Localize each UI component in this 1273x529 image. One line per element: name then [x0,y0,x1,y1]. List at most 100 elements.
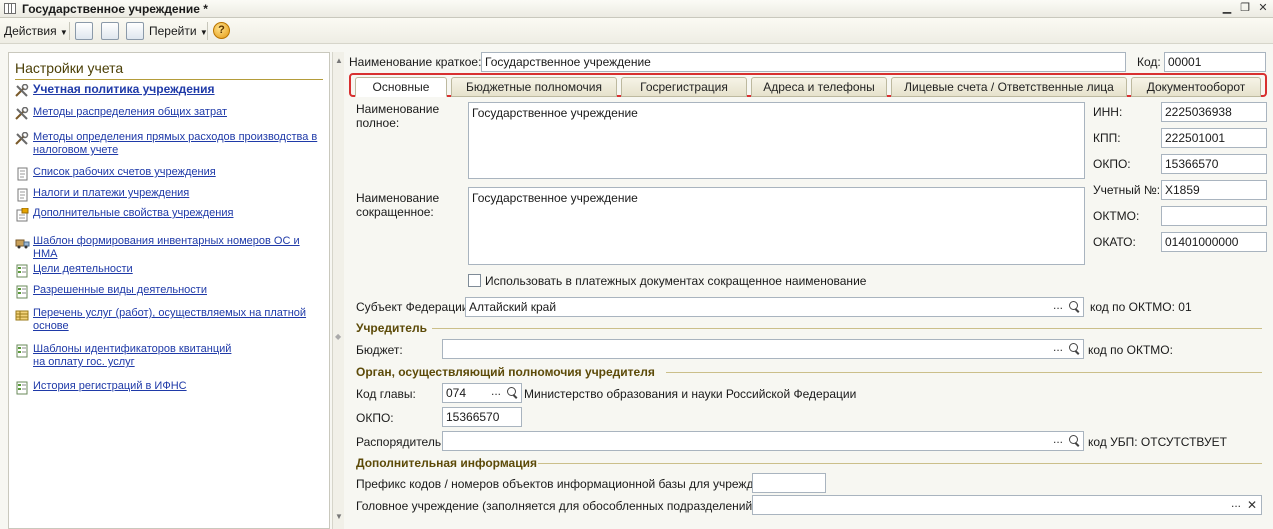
goto-menu[interactable]: Перейти ▼ [149,23,208,39]
search-icon[interactable] [1066,433,1082,449]
full-name-label-line2: полное: [356,116,400,130]
use-abbr-checkbox[interactable] [468,274,481,287]
prefix-input[interactable] [752,473,826,493]
sidebar-item-label[interactable]: Налоги и платежи учреждения [33,187,325,200]
sidebar-item-label[interactable]: Дополнительные свойства учреждения [33,207,325,220]
select-button[interactable]: ... [1050,433,1066,449]
sidebar-item-label[interactable]: Учетная политика учреждения [33,83,325,96]
catalog-icon [16,381,28,395]
inn-input[interactable]: 2225036938 [1161,102,1267,122]
kpp-label: КПП: [1093,131,1121,145]
sidebar-item-working-accounts[interactable]: Список рабочих счетов учреждения [15,166,325,181]
sidebar-item-cost-distribution[interactable]: Методы распределения общих затрат [15,106,325,120]
extra-section-title: Дополнительная информация [356,456,537,470]
head-code-label: Код главы: [356,387,416,401]
sidebar-item-label[interactable]: Перечень услуг (работ), осуществляемых н… [33,307,325,333]
scroll-down-icon[interactable]: ▼ [335,512,343,521]
divider [15,79,323,80]
sidebar-item-label[interactable]: Разрешенные виды деятельности [33,284,325,297]
budget-input[interactable]: ... [442,339,1084,359]
parent-org-input[interactable]: ... ✕ [752,495,1262,515]
catalog-icon [16,344,28,358]
save-close-icon[interactable] [75,22,93,40]
table-icon [15,310,29,321]
window-title: Государственное учреждение * [22,2,208,16]
inn-label: ИНН: [1093,105,1123,119]
sidebar-item-receipt-templates[interactable]: Шаблоны идентификаторов квитанций на опла… [15,343,325,369]
sidebar-item-label[interactable]: Методы распределения общих затрат [33,106,325,119]
sidebar-item-label[interactable]: Шаблон формирования инвентарных номеров … [33,235,325,261]
minimize-button[interactable]: ▁ [1219,1,1235,16]
head-code-input[interactable]: 074 ... [442,383,522,403]
sidebar-item-activities[interactable]: Разрешенные виды деятельности [15,284,325,299]
sidebar-item-inventory-template[interactable]: Шаблон формирования инвентарных номеров … [15,235,325,261]
head-code-name: Министерство образования и науки Российс… [524,387,857,401]
short-name-input[interactable]: Государственное учреждение [481,52,1126,72]
actions-menu[interactable]: Действия ▼ [4,23,68,39]
sidebar-item-label-line1: Перечень услуг (работ), осуществляемых н… [33,307,307,319]
document-icon [17,188,28,202]
sidebar-item-taxes[interactable]: Налоги и платежи учреждения [15,187,325,202]
full-name-label-line1: Наименование [356,102,440,116]
sidebar-item-extra-properties[interactable]: Дополнительные свойства учреждения [15,207,325,222]
copy-icon[interactable] [126,22,144,40]
settings-panel: Настройки учета Учетная политика учрежде… [8,52,330,529]
manager-input[interactable]: ... [442,431,1084,451]
help-icon[interactable]: ? [213,22,230,39]
sidebar-item-label[interactable]: Методы определения прямых расходов произ… [33,131,325,157]
sidebar-item-paid-services[interactable]: Перечень услуг (работ), осуществляемых н… [15,307,325,333]
sidebar-item-label[interactable]: Шаблоны идентификаторов квитанций на опла… [33,343,325,369]
subject-input[interactable]: Алтайский край ... [465,297,1084,317]
sidebar-item-label-line1: Методы определения прямых расходов произ… [33,131,318,143]
tab-addresses[interactable]: Адреса и телефоны [751,77,887,97]
subject-label: Субъект Федерации: [356,300,472,314]
oktmo-input[interactable] [1161,206,1267,226]
use-abbr-label: Использовать в платежных документах сокр… [485,274,867,288]
okpo-input[interactable]: 15366570 [1161,154,1267,174]
sidebar-item-ifns-history[interactable]: История регистраций в ИФНС [15,380,325,395]
sidebar-item-label-line2: основе [33,320,69,332]
okato-input[interactable]: 01401000000 [1161,232,1267,252]
kpp-input[interactable]: 222501001 [1161,128,1267,148]
tab-accounts[interactable]: Лицевые счета / Ответственные лица [891,77,1127,97]
close-window-button[interactable]: ✕ [1255,1,1271,16]
code-input[interactable]: 00001 [1164,52,1266,72]
abbr-name-textarea[interactable]: Государственное учреждение [468,187,1085,265]
search-icon[interactable] [504,385,520,401]
tab-budget-powers[interactable]: Бюджетные полномочия [451,77,617,97]
panel-splitter[interactable]: ▲ ◆ ▼ [332,52,344,529]
search-icon[interactable] [1066,341,1082,357]
window-icon [4,3,16,14]
tools-icon [15,84,29,97]
founder-section-title: Учредитель [356,321,427,335]
sidebar-item-label[interactable]: История регистраций в ИФНС [33,380,325,393]
tab-main[interactable]: Основные [355,77,447,97]
okato-label: ОКАТО: [1093,235,1136,249]
splitter-grip-icon[interactable]: ◆ [335,332,341,341]
sidebar-item-goals[interactable]: Цели деятельности [15,263,325,278]
goto-label: Перейти [149,24,197,38]
sidebar-item-label-line2: на оплату гос. услуг [33,356,135,368]
subject-oktmo: код по ОКТМО: 01 [1090,300,1192,314]
tab-registration[interactable]: Госрегистрация [621,77,747,97]
full-name-textarea[interactable]: Государственное учреждение [468,102,1085,179]
select-button[interactable]: ... [1050,299,1066,315]
sidebar-item-accounting-policy[interactable]: Учетная политика учреждения [15,83,325,97]
okpo2-input[interactable]: 15366570 [442,407,522,427]
refresh-icon[interactable] [101,22,119,40]
select-button[interactable]: ... [1228,497,1244,513]
manager-label: Распорядитель: [356,435,445,449]
toolbar-separator [207,22,208,40]
select-button[interactable]: ... [1050,341,1066,357]
tab-documents[interactable]: Документооборот [1131,77,1261,97]
sidebar-item-label[interactable]: Цели деятельности [33,263,325,276]
sidebar-item-label[interactable]: Список рабочих счетов учреждения [33,166,325,179]
clear-icon[interactable]: ✕ [1244,497,1260,513]
catalog-icon [16,285,28,299]
restore-button[interactable]: ❐ [1237,1,1253,16]
search-icon[interactable] [1066,299,1082,315]
reg-number-input[interactable]: Х1859 [1161,180,1267,200]
scroll-up-icon[interactable]: ▲ [335,56,343,65]
select-button[interactable]: ... [488,385,504,401]
sidebar-item-direct-costs[interactable]: Методы определения прямых расходов произ… [15,131,325,157]
